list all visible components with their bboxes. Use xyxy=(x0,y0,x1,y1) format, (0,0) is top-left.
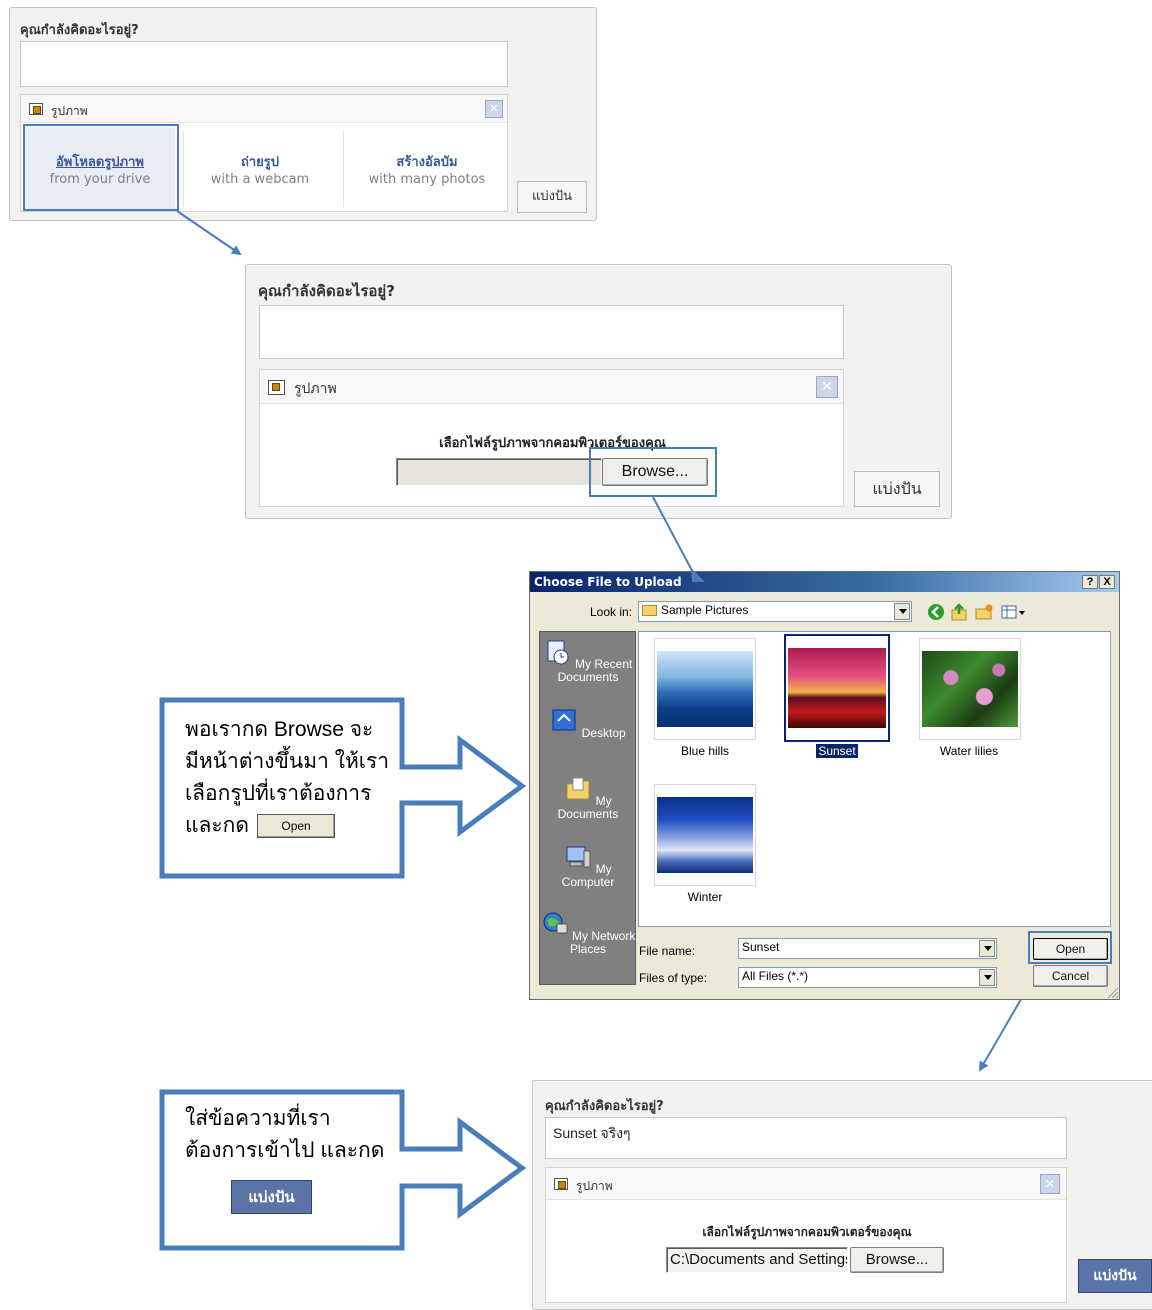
file-name: Water lilies xyxy=(939,744,999,758)
status-input[interactable] xyxy=(259,305,844,359)
back-icon[interactable] xyxy=(927,603,945,621)
callout-2-text: ใส่ข้อความที่เราต้องการเข้าไป และกด xyxy=(185,1103,395,1167)
create-album-title: สร้างอัลบัม xyxy=(396,155,458,170)
photo-attachment-box: รูปภาพ ✕ เลือกไฟล์รูปภาพจากคอมพิวเตอร์ขอ… xyxy=(545,1167,1067,1303)
file-thumbnail[interactable] xyxy=(654,638,756,740)
look-in-value: Sample Pictures xyxy=(661,603,749,617)
choose-file-label: เลือกไฟล์รูปภาพจากคอมพิวเตอร์ของคุณ xyxy=(439,436,666,451)
water-lilies-image xyxy=(922,651,1018,727)
share-button[interactable]: แบ่งปัน xyxy=(854,471,940,507)
up-folder-icon[interactable] xyxy=(950,603,968,621)
take-photo-title: ถ่ายรูป xyxy=(240,155,280,170)
callout-2-message: ใส่ข้อความที่เราต้องการเข้าไป และกด xyxy=(185,1107,385,1162)
place-label: Desktop xyxy=(581,726,626,740)
winter-image xyxy=(657,797,753,873)
file-type-value: All Files (*.*) xyxy=(742,969,809,983)
place-desktop[interactable]: Desktop xyxy=(540,707,636,740)
my-computer-icon xyxy=(566,846,591,868)
look-in-dropdown[interactable]: Sample Pictures xyxy=(638,601,912,622)
composer-panel-3: คุณกำลังคิดอะไรอยู่? Sunset จริงๆ รูปภาพ… xyxy=(532,1080,1152,1310)
file-name-value: Sunset xyxy=(742,940,780,954)
composer-title: คุณกำลังคิดอะไรอยู่? xyxy=(258,282,395,300)
photo-attachment-box: รูปภาพ ✕ เลือกไฟล์รูปภาพจากคอมพิวเตอร์ขอ… xyxy=(259,369,844,507)
sunset-image xyxy=(788,648,886,728)
dialog-title: Choose File to Upload xyxy=(530,572,1119,592)
file-name-label: File name: xyxy=(639,944,696,958)
open-button-illustration: Open xyxy=(257,814,336,839)
file-thumbnail[interactable] xyxy=(654,784,756,886)
create-album-option[interactable]: สร้างอัลบัม with many photos xyxy=(347,127,507,209)
file-path-field[interactable] xyxy=(396,458,602,486)
share-button-illustration: แบ่งปัน xyxy=(231,1180,312,1214)
share-button[interactable]: แบ่งปัน xyxy=(1078,1259,1152,1293)
file-list: Blue hills Sunset Water lilies Winter xyxy=(638,631,1111,927)
recent-documents-icon xyxy=(547,640,569,665)
take-photo-option[interactable]: ถ่ายรูป with a webcam xyxy=(185,127,335,209)
photo-label: รูปภาพ xyxy=(51,104,88,118)
place-my-network-places[interactable]: My Network Places xyxy=(540,910,636,956)
file-thumbnail-selected[interactable] xyxy=(784,634,890,742)
chevron-down-icon xyxy=(979,940,995,957)
photo-attachment-header: รูปภาพ ✕ xyxy=(260,370,843,404)
photo-icon xyxy=(268,380,285,395)
desktop-icon xyxy=(552,709,576,731)
file-name: Blue hills xyxy=(680,744,730,758)
close-icon[interactable]: ✕ xyxy=(1040,1174,1060,1194)
status-input-text: Sunset จริงๆ xyxy=(553,1125,631,1141)
blue-hills-image xyxy=(657,651,753,727)
place-my-computer[interactable]: My Computer xyxy=(540,843,636,889)
divider xyxy=(183,131,184,207)
status-input[interactable]: Sunset จริงๆ xyxy=(545,1117,1067,1159)
place-my-documents[interactable]: My Documents xyxy=(540,775,636,821)
file-path-field[interactable]: C:\Documents and Settings xyxy=(666,1247,848,1273)
photo-icon xyxy=(554,1178,568,1190)
file-name-input[interactable]: Sunset xyxy=(738,938,997,959)
look-in-label: Look in: xyxy=(590,605,633,619)
folder-icon xyxy=(642,605,657,617)
place-my-recent-documents[interactable]: My Recent Documents xyxy=(540,638,636,684)
divider xyxy=(343,131,344,207)
file-type-dropdown[interactable]: All Files (*.*) xyxy=(738,967,997,988)
place-label: My Network Places xyxy=(569,929,636,956)
photo-attachment-header: รูปภาพ ✕ xyxy=(546,1168,1066,1200)
photo-label: รูปภาพ xyxy=(576,1179,613,1193)
photo-icon xyxy=(29,103,43,115)
close-icon[interactable]: X xyxy=(1099,575,1115,589)
my-documents-icon xyxy=(566,777,590,800)
resize-grip-icon[interactable] xyxy=(1107,987,1119,999)
status-input[interactable] xyxy=(20,41,508,87)
close-icon[interactable]: ✕ xyxy=(485,100,503,118)
composer-title: คุณกำลังคิดอะไรอยู่? xyxy=(545,1099,664,1114)
highlight-browse-button xyxy=(589,447,717,497)
highlight-upload-option xyxy=(23,124,179,211)
callout-1-text: พอเรากด Browse จะมีหน้าต่างขึ้นมา ให้เรา… xyxy=(185,714,397,842)
file-thumbnail[interactable] xyxy=(919,638,1021,740)
chevron-down-icon xyxy=(979,969,995,986)
photo-attachment-header: รูปภาพ ✕ xyxy=(21,95,507,123)
choose-file-label: เลือกไฟล์รูปภาพจากคอมพิวเตอร์ของคุณ xyxy=(702,1225,912,1239)
close-icon[interactable]: ✕ xyxy=(816,376,838,398)
file-type-label: Files of type: xyxy=(639,971,708,985)
create-album-subtitle: with many photos xyxy=(368,172,486,187)
network-places-icon xyxy=(543,912,568,934)
view-menu-icon[interactable] xyxy=(1000,603,1026,621)
composer-title: คุณกำลังคิดอะไรอยู่? xyxy=(20,23,139,38)
browse-button[interactable]: Browse... xyxy=(850,1247,944,1273)
new-folder-icon[interactable] xyxy=(974,603,994,621)
places-bar: My Recent Documents Desktop My Documents… xyxy=(539,631,636,985)
help-icon[interactable]: ? xyxy=(1082,575,1098,589)
highlight-open-button xyxy=(1028,931,1112,964)
file-name-selected: Sunset xyxy=(816,744,858,758)
share-button[interactable]: แบ่งปัน xyxy=(517,181,587,213)
take-photo-subtitle: with a webcam xyxy=(210,172,310,187)
photo-label: รูปภาพ xyxy=(294,381,337,397)
chevron-down-icon xyxy=(894,603,910,620)
flow-arrow-head xyxy=(691,568,705,582)
file-name: Winter xyxy=(687,890,723,904)
cancel-button[interactable]: Cancel xyxy=(1033,965,1108,987)
